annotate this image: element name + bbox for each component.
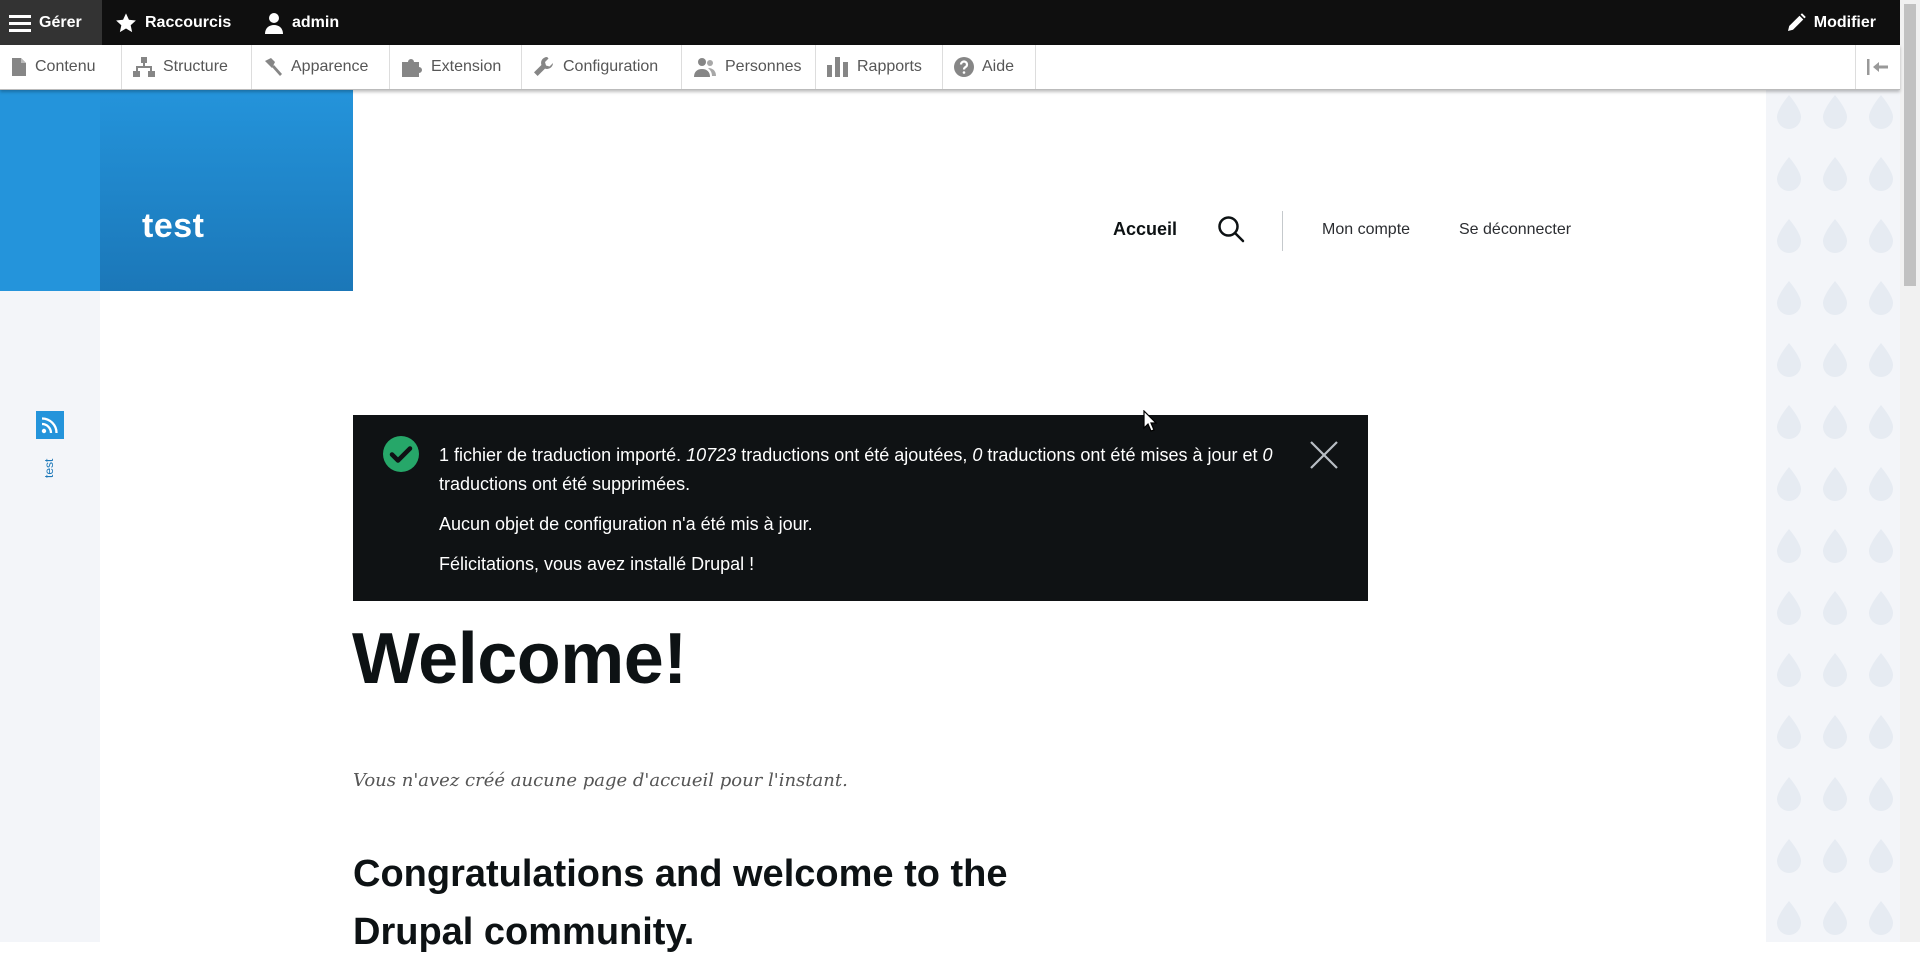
user-label: admin xyxy=(292,13,340,31)
scrollbar[interactable] xyxy=(1900,0,1920,942)
page-title: Welcome! xyxy=(352,619,687,699)
nav-home-link[interactable]: Accueil xyxy=(1113,219,1177,240)
no-front-page-text: Vous n'avez créé aucune page d'accueil p… xyxy=(353,770,848,791)
logout-link[interactable]: Se déconnecter xyxy=(1459,221,1571,239)
user-icon xyxy=(265,12,283,34)
msg-line1-d: traductions ont été supprimées. xyxy=(439,474,691,494)
tray-item-configuration[interactable]: Configuration xyxy=(522,45,682,89)
tray-collapse-button[interactable] xyxy=(1855,45,1900,89)
nav-divider xyxy=(1282,211,1283,251)
tray-item-label: Contenu xyxy=(35,58,96,75)
admin-tray: Contenu Structure Apparence Extension Co… xyxy=(0,45,1900,90)
msg-updated-count: 0 xyxy=(972,445,983,465)
tray-item-contenu[interactable]: Contenu xyxy=(0,45,122,89)
paintbrush-icon xyxy=(265,58,282,76)
collapse-left-icon xyxy=(1867,59,1888,75)
tray-item-aide[interactable]: Aide xyxy=(943,45,1036,89)
rss-feed-button[interactable] xyxy=(36,411,64,439)
tray-item-personnes[interactable]: Personnes xyxy=(682,45,816,89)
success-icon xyxy=(382,435,420,478)
search-icon xyxy=(1218,216,1245,243)
status-message: 1 fichier de traduction importé. 10723 t… xyxy=(353,415,1368,601)
tray-item-extension[interactable]: Extension xyxy=(390,45,522,89)
shortcuts-button[interactable]: Raccourcis xyxy=(115,0,231,45)
tray-item-label: Aide xyxy=(982,58,1015,75)
tray-item-label: Extension xyxy=(431,58,502,75)
message-line-3: Félicitations, vous avez installé Drupal… xyxy=(439,554,755,574)
help-icon xyxy=(954,57,974,77)
scrollbar-thumb[interactable] xyxy=(1904,4,1916,286)
edit-button[interactable]: Modifier xyxy=(1786,0,1876,45)
msg-line1-c: traductions ont été mises à jour et xyxy=(982,445,1263,465)
admin-toolbar: Gérer Raccourcis admin Modifier xyxy=(0,0,1920,45)
tray-item-rapports[interactable]: Rapports xyxy=(816,45,943,89)
wrench-icon xyxy=(534,57,553,76)
bar-chart-icon xyxy=(827,57,848,77)
puzzle-icon xyxy=(402,59,422,77)
sitemap-icon xyxy=(133,57,155,77)
rss-label: test xyxy=(42,458,56,478)
tray-item-label: Configuration xyxy=(563,58,659,75)
congrats-heading: Congratulations and welcome to the Drupa… xyxy=(353,853,1008,953)
manage-button[interactable]: Gérer xyxy=(0,0,102,45)
tray-item-label: Personnes xyxy=(725,58,802,75)
tray-item-apparence[interactable]: Apparence xyxy=(252,45,390,89)
rss-icon xyxy=(41,417,58,434)
user-button[interactable]: admin xyxy=(264,0,339,45)
edit-label: Modifier xyxy=(1813,13,1876,31)
mouse-cursor xyxy=(1143,409,1158,437)
drop-pattern-svg xyxy=(1766,89,1900,942)
site-name[interactable]: test xyxy=(142,207,204,246)
message-text: 1 fichier de traduction importé. 10723 t… xyxy=(439,441,1289,590)
people-icon xyxy=(694,58,716,77)
message-line-2: Aucun objet de configuration n'a été mis… xyxy=(439,514,813,534)
close-icon xyxy=(1310,441,1338,469)
msg-line1-b: traductions ont été ajoutées, xyxy=(736,445,973,465)
tray-item-structure[interactable]: Structure xyxy=(122,45,252,89)
msg-line1-a: 1 fichier de traduction importé. xyxy=(439,445,687,465)
tray-item-label: Rapports xyxy=(857,58,922,75)
msg-added-count: 10723 xyxy=(686,445,737,465)
hamburger-icon xyxy=(9,14,31,32)
tray-item-label: Structure xyxy=(163,58,228,75)
manage-label: Gérer xyxy=(39,13,82,31)
msg-deleted-count: 0 xyxy=(1262,445,1273,465)
cursor-arrow-icon xyxy=(1143,409,1158,432)
close-message-button[interactable] xyxy=(1308,439,1340,476)
message-line-1: 1 fichier de traduction importé. 10723 t… xyxy=(439,441,1289,499)
pencil-icon xyxy=(1787,12,1806,31)
tray-item-label: Apparence xyxy=(291,58,369,75)
file-icon xyxy=(12,58,26,76)
my-account-link[interactable]: Mon compte xyxy=(1322,221,1410,239)
drop-pattern xyxy=(1766,89,1900,942)
site-branding: test xyxy=(0,89,353,291)
branding-left-strip xyxy=(0,89,100,291)
star-icon xyxy=(116,12,136,32)
shortcuts-label: Raccourcis xyxy=(145,13,232,31)
search-button[interactable] xyxy=(1217,215,1245,248)
